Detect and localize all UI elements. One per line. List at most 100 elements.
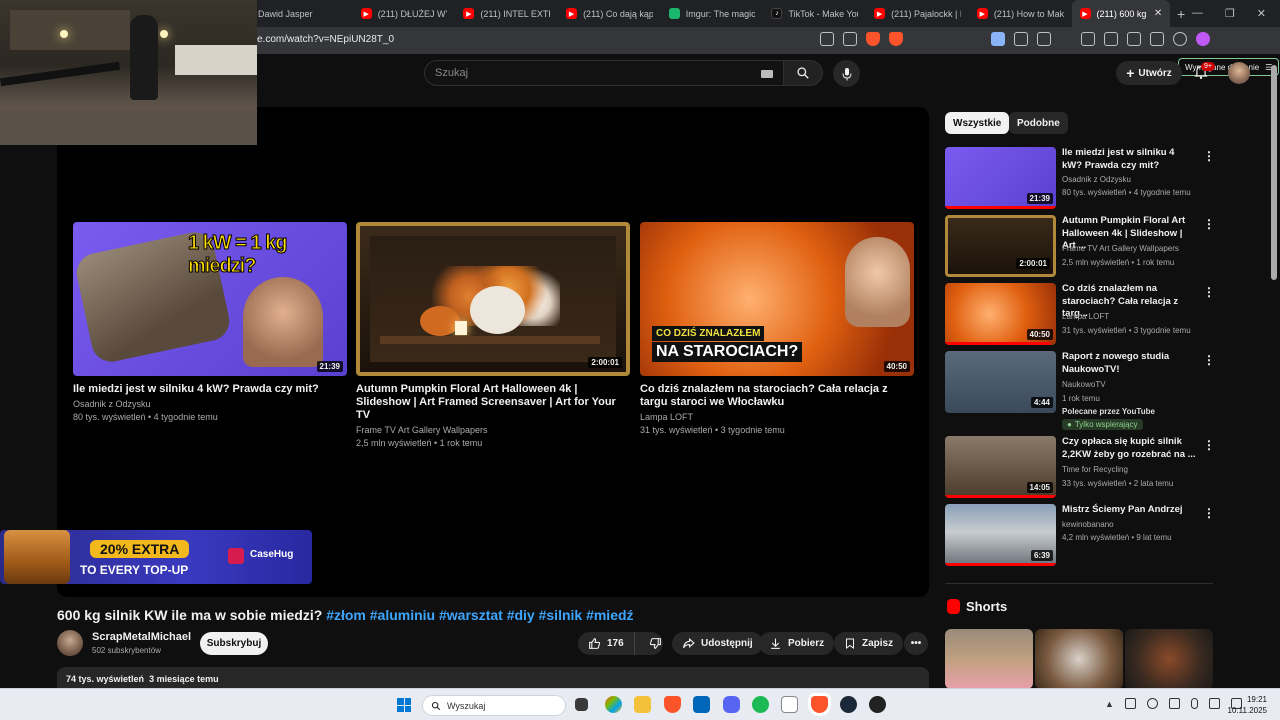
sidebar-channel[interactable]: kewinobanano: [1062, 520, 1114, 529]
share-button[interactable]: Udostępnij: [672, 632, 763, 655]
more-vertical-icon[interactable]: ⋮: [1203, 217, 1215, 231]
spotify-icon[interactable]: [752, 696, 769, 713]
app-icon[interactable]: [869, 696, 886, 713]
channel-name[interactable]: ScrapMetalMichael: [92, 631, 191, 643]
sidebar-channel[interactable]: Time for Recycling: [1062, 465, 1128, 474]
dislike-button[interactable]: [641, 637, 670, 650]
search-button[interactable]: [783, 60, 823, 86]
microphone-icon[interactable]: [1190, 698, 1198, 709]
sidebar-thumbnail[interactable]: 21:39: [945, 147, 1056, 209]
brave-icon[interactable]: [664, 696, 681, 713]
start-button[interactable]: [397, 698, 411, 712]
sidebar-video[interactable]: 21:39 Ile miedzi jest w silniku 4 kW? Pr…: [945, 147, 1215, 211]
url-field[interactable]: e.com/watch?v=NEpiUN28T_0: [257, 34, 394, 45]
save-button[interactable]: Zapisz: [834, 632, 904, 655]
minimize-icon[interactable]: —: [1192, 7, 1203, 20]
keyboard-icon[interactable]: [761, 70, 773, 78]
sidebar-channel[interactable]: Lampa LOFT: [1062, 312, 1109, 321]
more-vertical-icon[interactable]: ⋮: [1203, 149, 1215, 163]
sidebar-thumbnail[interactable]: 40:50: [945, 283, 1056, 345]
sidebar-icon[interactable]: [1104, 32, 1118, 46]
brave-shields-icon[interactable]: [866, 32, 880, 46]
like-button[interactable]: 176: [578, 632, 635, 655]
file-explorer-icon[interactable]: [634, 696, 651, 713]
sidebar-channel[interactable]: Osadnik z Odzysku: [1062, 175, 1131, 184]
video-player[interactable]: 1 kW = 1 kg miedzi? 21:39 Ile miedzi jes…: [57, 107, 929, 597]
sidebar-thumbnail[interactable]: 4:44: [945, 351, 1056, 413]
task-view-icon[interactable]: [575, 698, 588, 711]
more-actions-button[interactable]: •••: [904, 632, 928, 655]
more-vertical-icon[interactable]: ⋮: [1203, 438, 1215, 452]
endcard-channel[interactable]: Lampa LOFT: [640, 412, 914, 422]
endcard-channel[interactable]: Osadnik z Odzysku: [73, 399, 347, 409]
account-avatar[interactable]: [1228, 62, 1250, 84]
page-scrollbar[interactable]: [1271, 65, 1277, 280]
notepad-icon[interactable]: [781, 696, 798, 713]
endcard-title[interactable]: Autumn Pumpkin Floral Art Halloween 4k |…: [356, 383, 630, 422]
brave-rewards-icon[interactable]: [889, 32, 903, 46]
browser-tab-active[interactable]: ▶ (211) 600 kg sil ✕: [1071, 0, 1171, 27]
sidebar-video[interactable]: 40:50 Co dziś znalazłem na starociach? C…: [945, 283, 1215, 347]
brave-active-icon[interactable]: [811, 696, 828, 713]
clock[interactable]: 19:21 10.11.2025: [1227, 694, 1267, 716]
endcard-thumbnail[interactable]: 1 kW = 1 kg miedzi? 21:39: [73, 222, 347, 376]
sidebar-channel[interactable]: Frame TV Art Gallery Wallpapers: [1062, 244, 1179, 253]
subscribe-button[interactable]: Subskrybuj: [200, 632, 268, 655]
copilot-icon[interactable]: [605, 696, 622, 713]
more-vertical-icon[interactable]: ⋮: [1203, 353, 1215, 367]
browser-tab[interactable]: ▶ (211) Co dają kąpie: [558, 0, 661, 27]
video-hashtags[interactable]: #złom #aluminiu #warsztat #diy #silnik #…: [326, 607, 633, 623]
endcard-thumbnail[interactable]: CO DZIŚ ZNALAZŁEM NA STAROCIACH? 40:50: [640, 222, 914, 376]
browser-tab[interactable]: ▶ (211) DŁUŻEJ WYTR: [353, 0, 456, 27]
endcard-title[interactable]: Co dziś znalazłem na starociach? Cała re…: [640, 383, 914, 409]
endcard-video[interactable]: 1 kW = 1 kg miedzi? 21:39 Ile miedzi jes…: [73, 222, 347, 422]
cast-icon[interactable]: [820, 32, 834, 46]
description-box[interactable]: 74 tys. wyświetleń 3 miesiące temu: [57, 667, 929, 689]
browser-tab[interactable]: ▶ (211) Pajalockk | Dr: [866, 0, 969, 27]
more-vertical-icon[interactable]: ⋮: [1203, 285, 1215, 299]
sidebar-video-title[interactable]: Raport z nowego studia NaukowoTV!: [1062, 351, 1197, 376]
endcard-channel[interactable]: Frame TV Art Gallery Wallpapers: [356, 425, 630, 435]
sidebar-thumbnail[interactable]: 2:00:01: [945, 215, 1056, 277]
sidebar-video-title[interactable]: Mistrz Ściemy Pan Andrzej: [1062, 504, 1197, 517]
endcard-video[interactable]: 2:00:01 Autumn Pumpkin Floral Art Hallow…: [356, 222, 630, 448]
short-thumbnail[interactable]: [1035, 629, 1123, 689]
channel-avatar[interactable]: [57, 630, 83, 656]
voice-search-button[interactable]: [833, 60, 860, 87]
sidebar-thumbnail[interactable]: 6:39: [945, 504, 1056, 566]
endcard-thumbnail[interactable]: 2:00:01: [356, 222, 630, 376]
ad-banner[interactable]: 20% EXTRA TO EVERY TOP-UP CaseHug: [0, 530, 312, 584]
close-window-icon[interactable]: ✕: [1257, 7, 1266, 20]
share-page-icon[interactable]: [843, 32, 857, 46]
search-input[interactable]: Szukaj: [424, 60, 784, 86]
wallet-icon[interactable]: [1127, 32, 1141, 46]
chip-related[interactable]: Podobne: [1009, 112, 1068, 134]
sidebar-thumbnail[interactable]: 14:05: [945, 436, 1056, 498]
sidebar-video-title[interactable]: Czy opłaca się kupić silnik 2,2KW żeby g…: [1062, 436, 1197, 461]
chip-all[interactable]: Wszystkie: [945, 112, 1010, 134]
sidebar-video-title[interactable]: Ile miedzi jest w silniku 4 kW? Prawda c…: [1062, 147, 1197, 172]
short-thumbnail[interactable]: [945, 629, 1033, 689]
cloud-icon[interactable]: [1146, 698, 1158, 709]
sidebar-video[interactable]: 2:00:01 Autumn Pumpkin Floral Art Hallow…: [945, 215, 1215, 279]
close-tab-icon[interactable]: ✕: [1154, 8, 1162, 19]
restore-icon[interactable]: ❐: [1225, 7, 1235, 20]
ai-icon[interactable]: [1150, 32, 1164, 46]
discord-icon[interactable]: [723, 696, 740, 713]
more-vertical-icon[interactable]: ⋮: [1203, 506, 1215, 520]
endcard-video[interactable]: CO DZIŚ ZNALAZŁEM NA STAROCIACH? 40:50 C…: [640, 222, 914, 435]
sidebar-video[interactable]: 6:39 Mistrz Ściemy Pan Andrzej kewinoban…: [945, 504, 1215, 568]
tray-app-icon[interactable]: [1124, 698, 1136, 709]
short-thumbnail[interactable]: [1125, 629, 1213, 689]
leo-icon[interactable]: [1196, 32, 1210, 46]
extension-icon[interactable]: [991, 32, 1005, 46]
new-tab-button[interactable]: +: [1170, 6, 1192, 22]
sidebar-channel[interactable]: NaukowoTV: [1062, 380, 1106, 389]
puzzle-icon[interactable]: [1014, 32, 1028, 46]
browser-tab[interactable]: ▶ (211) INTEL EXTREM: [455, 0, 558, 27]
steam-icon[interactable]: [840, 696, 857, 713]
shield-icon[interactable]: [1168, 698, 1180, 709]
browser-tab[interactable]: ♪ TikTok - Make Your: [763, 0, 866, 27]
browser-tab[interactable]: Imgur: The magic of: [661, 0, 764, 27]
store-icon[interactable]: [693, 696, 710, 713]
